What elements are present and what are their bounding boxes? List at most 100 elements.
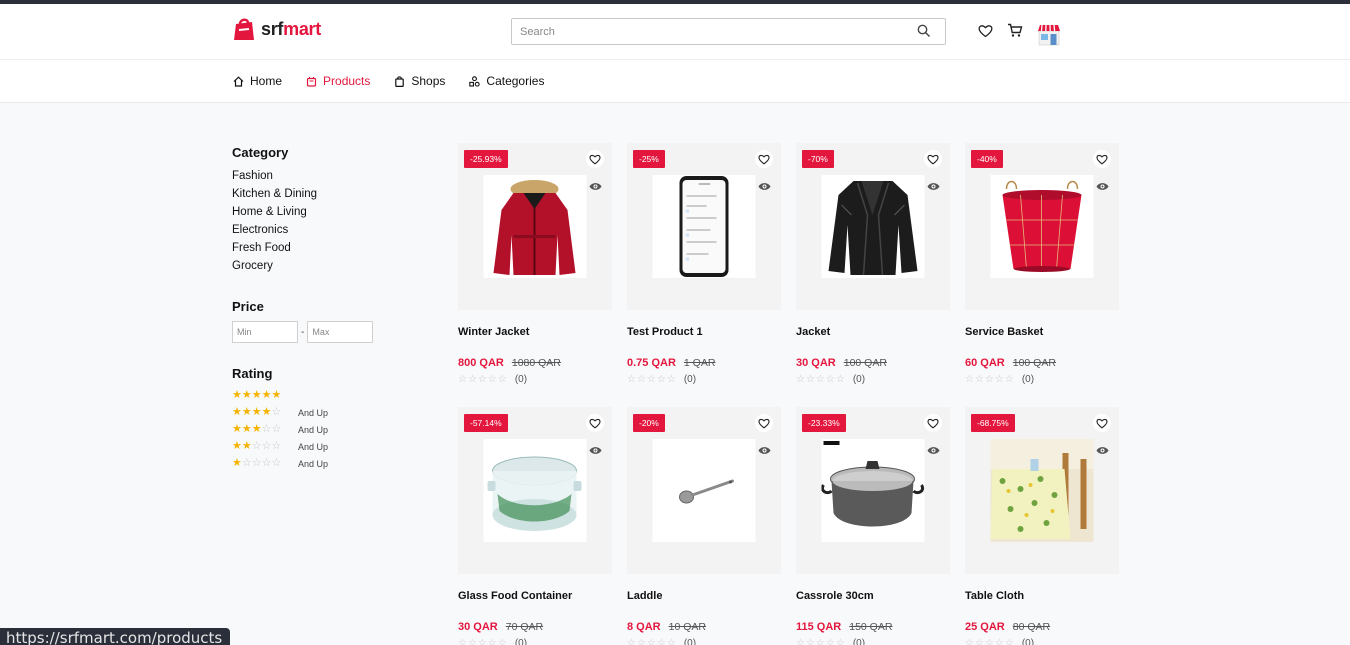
product-card[interactable]: -57.14% Glass Food Container 30 QAR 70 QAR ☆… — [458, 407, 612, 645]
product-prices: 0.75 QAR 1 QAR — [627, 357, 781, 369]
original-price: 1080 QAR — [511, 357, 561, 369]
product-prices: 30 QAR 70 QAR — [458, 621, 612, 633]
add-to-wishlist-heart-icon[interactable] — [755, 414, 773, 432]
add-to-wishlist-heart-icon[interactable] — [1093, 150, 1111, 168]
rating-and-up-label: And Up — [298, 425, 329, 435]
product-card[interactable]: -70% Jacket 30 QAR 100 QAR ☆☆☆☆☆ (0) — [796, 143, 950, 407]
main-nav: Home Products Shops Categories — [0, 60, 1350, 103]
nav-categories[interactable]: Categories — [469, 74, 544, 88]
price-separator: - — [301, 326, 305, 338]
product-name[interactable]: Cassrole 30cm — [796, 590, 950, 604]
quick-view-eye-icon[interactable] — [1093, 441, 1111, 459]
product-name[interactable]: Winter Jacket — [458, 326, 612, 340]
rating-filter-5-stars[interactable]: ★★★★★ — [232, 386, 412, 403]
product-card[interactable]: -25.93% Winter Jacket 800 QAR 1080 QAR ☆☆☆☆☆… — [458, 143, 612, 407]
product-image-tablecloth — [990, 439, 1094, 542]
rating-filter-4-stars[interactable]: ★★★★☆ And Up — [232, 403, 412, 420]
original-price: 10 QAR — [668, 621, 706, 633]
product-image-box[interactable]: -25.93% — [458, 143, 612, 310]
product-name[interactable]: Test Product 1 — [627, 326, 781, 340]
empty-star-rating-icon: ☆☆☆☆☆ — [458, 374, 508, 385]
empty-star-rating-icon: ☆☆☆☆☆ — [627, 638, 677, 645]
quick-view-eye-icon[interactable] — [755, 441, 773, 459]
product-rating: ☆☆☆☆☆ (0) — [458, 374, 612, 385]
quick-view-eye-icon[interactable] — [924, 441, 942, 459]
category-title: Category — [232, 145, 289, 160]
discount-badge: -68.75% — [971, 414, 1015, 432]
search-input[interactable] — [512, 19, 902, 44]
empty-star-rating-icon: ☆☆☆☆☆ — [458, 638, 508, 645]
product-image-box[interactable]: -23.33% — [796, 407, 950, 574]
current-price: 60 QAR — [965, 357, 1005, 369]
product-card[interactable]: -23.33% Cassrole 30cm 115 QAR 150 QAR ☆☆☆☆☆ (… — [796, 407, 950, 645]
quick-view-eye-icon[interactable] — [924, 177, 942, 195]
product-image-box[interactable]: -20% — [627, 407, 781, 574]
review-count: (0) — [852, 638, 866, 645]
logo-text-srf: srf — [261, 18, 284, 39]
category-fashion[interactable]: Fashion — [232, 167, 412, 185]
product-image-box[interactable]: -57.14% — [458, 407, 612, 574]
product-card[interactable]: -40% Service Basket 60 QAR 100 QAR ☆☆☆☆☆ (0) — [965, 143, 1119, 407]
product-card[interactable]: -25% Test Product 1 0.75 QAR 1 QAR ☆☆☆☆☆ (0) — [627, 143, 781, 407]
logo-text-mart: mart — [283, 18, 321, 39]
nav-home-label: Home — [250, 74, 283, 88]
star-rating-icon: ★☆☆☆☆ — [232, 457, 282, 469]
product-image-box[interactable]: -68.75% — [965, 407, 1119, 574]
product-name[interactable]: Service Basket — [965, 326, 1119, 340]
product-prices: 25 QAR 80 QAR — [965, 621, 1119, 633]
review-count: (0) — [1021, 638, 1035, 645]
product-prices: 115 QAR 150 QAR — [796, 621, 950, 633]
add-to-wishlist-heart-icon[interactable] — [586, 150, 604, 168]
review-count: (0) — [514, 638, 528, 645]
product-image-casserole — [821, 439, 925, 542]
category-grocery[interactable]: Grocery — [232, 257, 412, 275]
rating-filter-3-stars[interactable]: ★★★☆☆ And Up — [232, 420, 412, 437]
category-electronics[interactable]: Electronics — [232, 221, 412, 239]
product-image-box[interactable]: -70% — [796, 143, 950, 310]
product-card[interactable]: -68.75% Table Cloth 25 QAR 80 QAR ☆☆☆☆☆ (0) — [965, 407, 1119, 645]
shop-bag-icon — [395, 75, 405, 87]
add-to-wishlist-heart-icon[interactable] — [1093, 414, 1111, 432]
product-name[interactable]: Glass Food Container — [458, 590, 612, 604]
category-fresh-food[interactable]: Fresh Food — [232, 239, 412, 257]
product-name[interactable]: Jacket — [796, 326, 950, 340]
product-name[interactable]: Table Cloth — [965, 590, 1119, 604]
add-to-wishlist-heart-icon[interactable] — [924, 414, 942, 432]
add-to-wishlist-heart-icon[interactable] — [586, 414, 604, 432]
product-image-red-jacket — [483, 175, 587, 278]
empty-star-rating-icon: ☆☆☆☆☆ — [796, 374, 846, 385]
add-to-wishlist-heart-icon[interactable] — [924, 150, 942, 168]
product-image-box[interactable]: -25% — [627, 143, 781, 310]
quick-view-eye-icon[interactable] — [586, 441, 604, 459]
cart-icon[interactable] — [1007, 23, 1023, 38]
star-rating-icon: ★★★☆☆ — [232, 423, 282, 435]
category-home-living[interactable]: Home & Living — [232, 203, 412, 221]
product-rating: ☆☆☆☆☆ (0) — [458, 638, 612, 645]
quick-view-eye-icon[interactable] — [586, 177, 604, 195]
add-to-wishlist-heart-icon[interactable] — [755, 150, 773, 168]
nav-shops[interactable]: Shops — [394, 74, 445, 88]
rating-and-up-label: And Up — [298, 408, 329, 418]
discount-badge: -23.33% — [802, 414, 846, 432]
logo[interactable]: srfmart — [232, 16, 321, 42]
wishlist-heart-icon[interactable] — [978, 24, 993, 38]
product-image-box[interactable]: -40% — [965, 143, 1119, 310]
quick-view-eye-icon[interactable] — [1093, 177, 1111, 195]
nav-home[interactable]: Home — [233, 74, 282, 88]
price-min-input[interactable] — [232, 321, 298, 343]
quick-view-eye-icon[interactable] — [755, 177, 773, 195]
product-rating: ☆☆☆☆☆ (0) — [796, 374, 950, 385]
products-icon — [306, 76, 317, 87]
store-avatar-icon[interactable] — [1037, 24, 1061, 46]
nav-products[interactable]: Products — [306, 74, 370, 88]
search-icon[interactable] — [917, 24, 931, 38]
empty-star-rating-icon: ☆☆☆☆☆ — [627, 374, 677, 385]
product-name[interactable]: Laddle — [627, 590, 781, 604]
rating-filter-2-stars[interactable]: ★★☆☆☆ And Up — [232, 437, 412, 454]
product-card[interactable]: -20% Laddle 8 QAR 10 QAR ☆☆☆☆☆ (0) — [627, 407, 781, 645]
price-max-input[interactable] — [307, 321, 374, 343]
rating-filter-1-stars[interactable]: ★☆☆☆☆ And Up — [232, 454, 412, 471]
product-prices: 8 QAR 10 QAR — [627, 621, 781, 633]
category-kitchen-dining[interactable]: Kitchen & Dining — [232, 185, 412, 203]
original-price: 100 QAR — [1012, 357, 1056, 369]
